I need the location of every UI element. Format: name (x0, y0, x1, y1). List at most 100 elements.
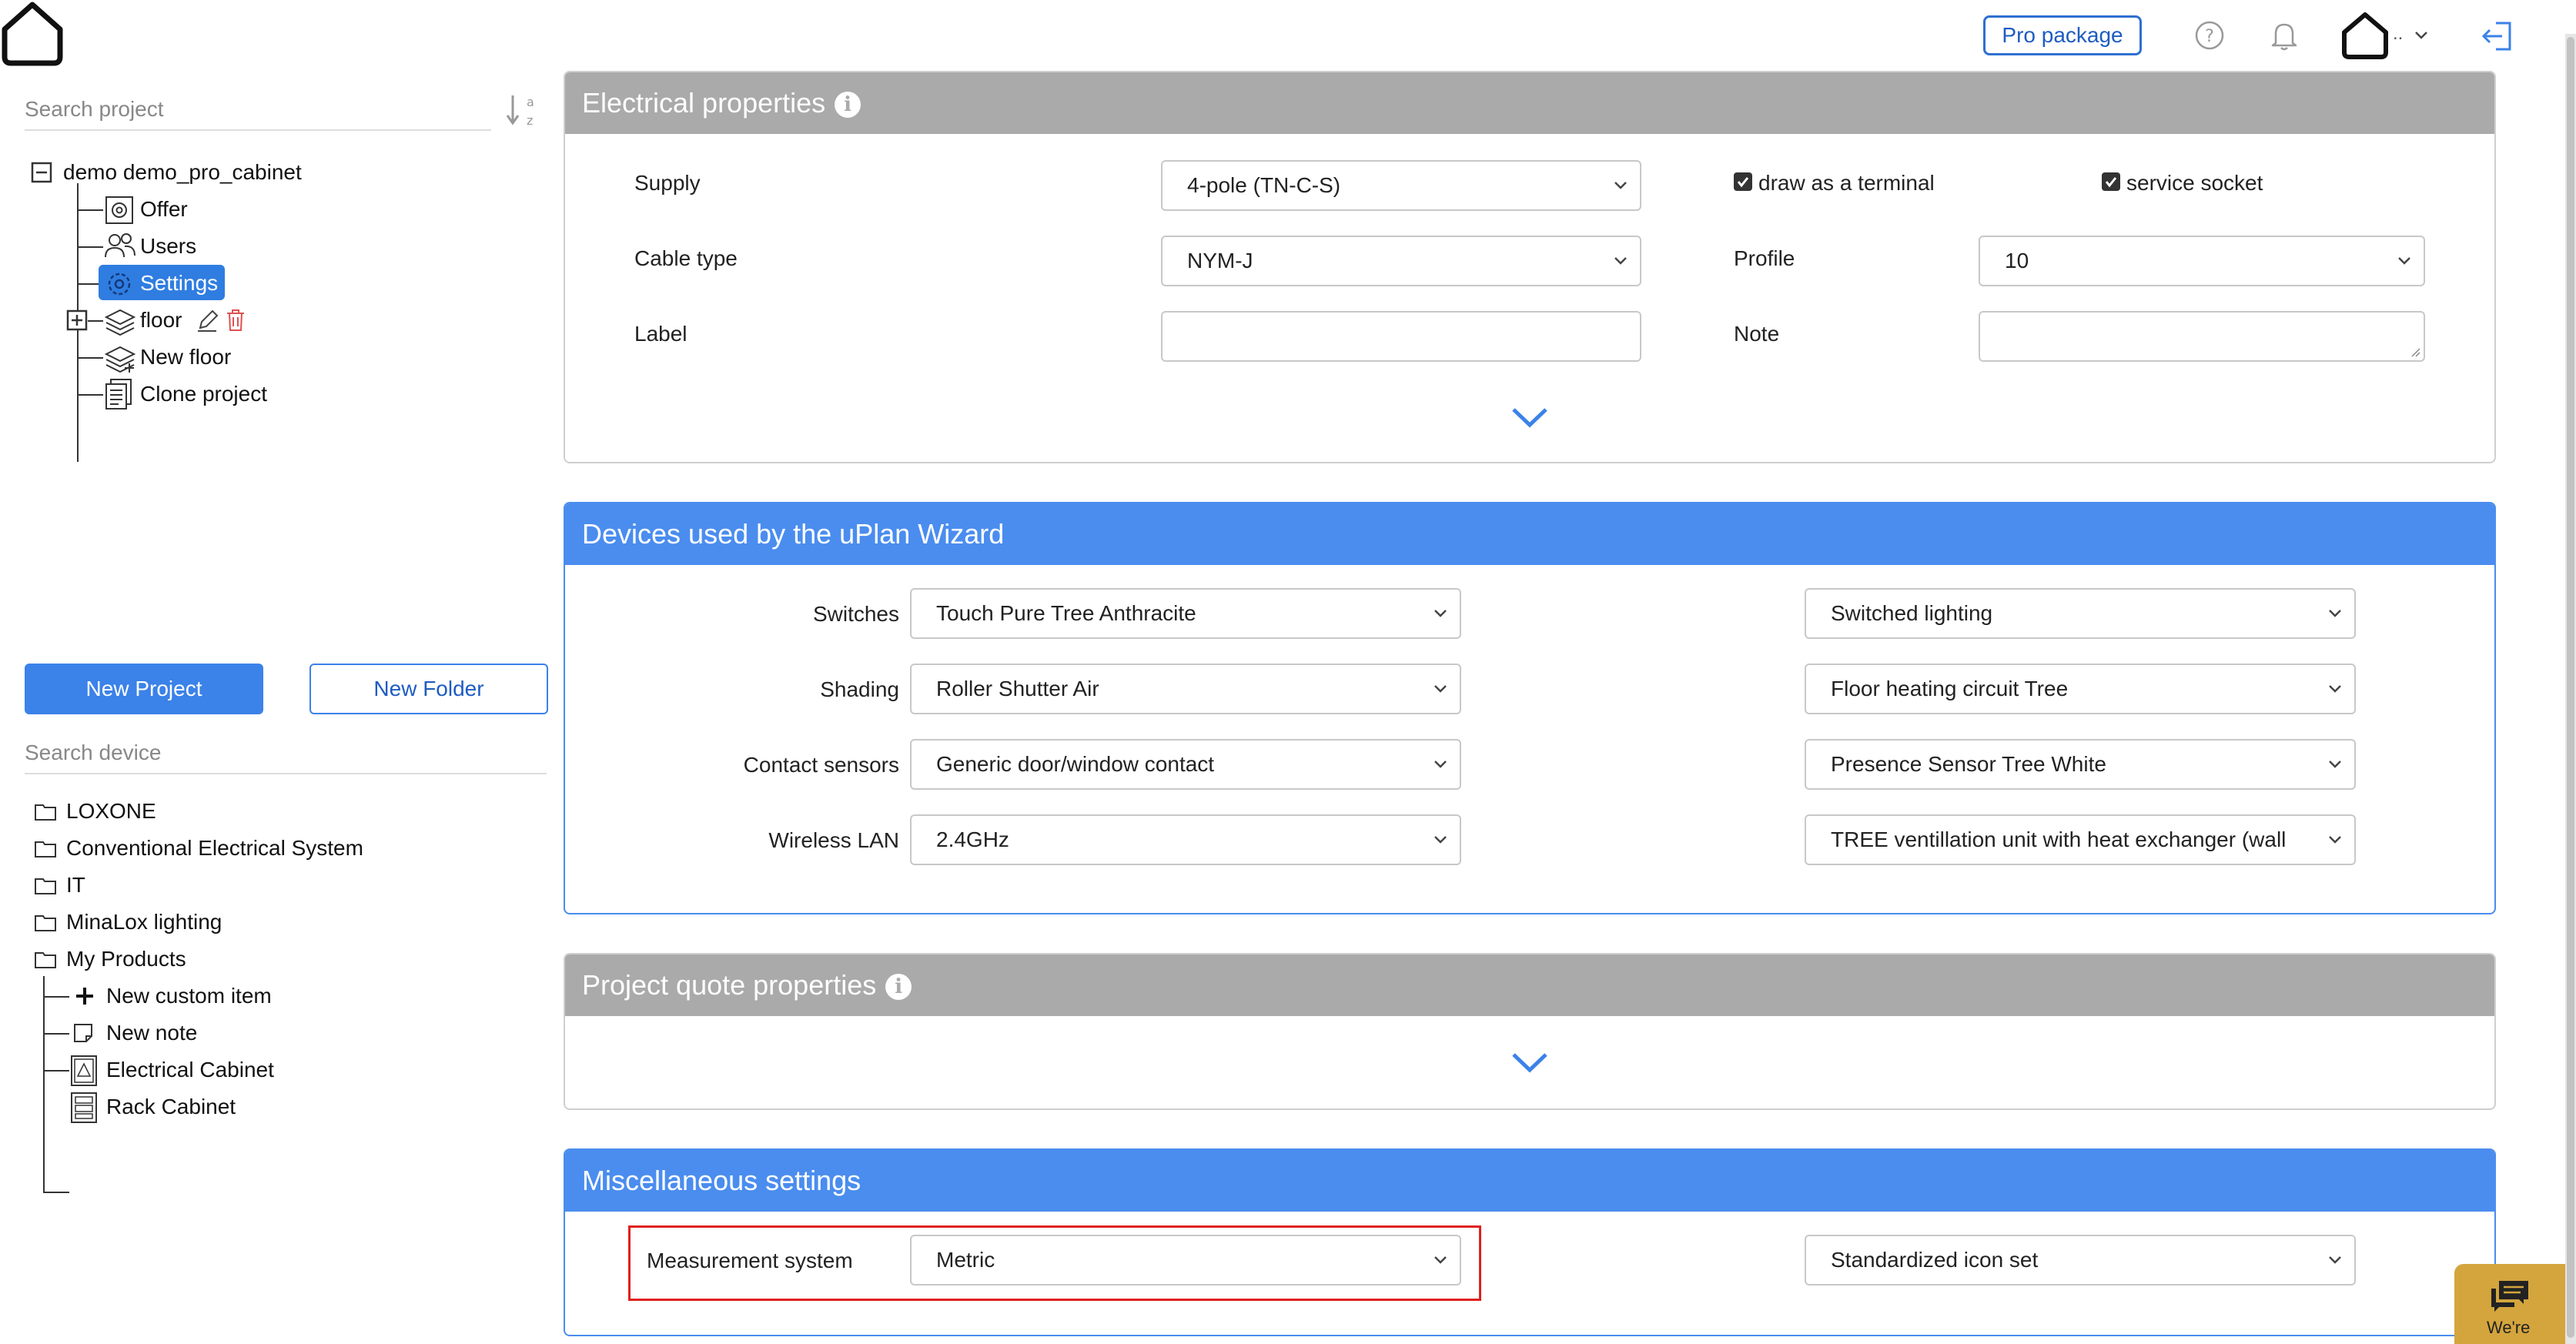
electrical-properties-panel: Electrical properties i Supply 4-pole (TN… (564, 71, 2496, 463)
page-scrollbar[interactable] (2565, 34, 2576, 1344)
heating-select[interactable]: Floor heating circuit Tree (1805, 664, 2356, 714)
tree-line (43, 1070, 69, 1072)
account-logo-icon[interactable] (2340, 11, 2390, 60)
tree-line (43, 1192, 69, 1193)
panel-header[interactable]: Electrical properties i (565, 72, 2494, 134)
tree-item-new-custom-item[interactable]: New custom item (106, 981, 272, 1011)
edit-pencil-icon[interactable] (196, 308, 219, 333)
chevron-down-icon (1614, 257, 1627, 265)
profile-select[interactable]: 10 (1979, 236, 2425, 286)
panel-title: Electrical properties (582, 87, 826, 119)
tree-line (77, 246, 103, 248)
tree-item-clone-project[interactable]: Clone project (140, 379, 267, 410)
tree-item-offer[interactable]: Offer (140, 194, 188, 225)
svg-text:z: z (527, 113, 533, 128)
search-project-input[interactable]: Search project (25, 97, 491, 131)
tree-item-electrical-cabinet[interactable]: Electrical Cabinet (106, 1055, 274, 1085)
wireless-lan-value: 2.4GHz (936, 827, 1009, 851)
chevron-down-icon (2329, 610, 2341, 617)
search-device-input[interactable]: Search device (25, 741, 547, 774)
lighting-select[interactable]: Switched lighting (1805, 588, 2356, 639)
folder-icon (35, 841, 56, 858)
chevron-down-icon (2398, 257, 2410, 265)
delete-trash-icon[interactable] (225, 308, 246, 333)
project-root[interactable]: demo demo_pro_cabinet (63, 157, 302, 188)
chevron-down-icon (2329, 761, 2341, 768)
tree-item-users[interactable]: Users (140, 231, 196, 262)
icon-set-value: Standardized icon set (1831, 1248, 2039, 1272)
label-input[interactable] (1161, 311, 1641, 362)
contact-sensors-select[interactable]: Generic door/window contact (910, 739, 1461, 790)
logout-icon[interactable] (2481, 20, 2514, 52)
wireless-lan-select[interactable]: 2.4GHz (910, 814, 1461, 865)
supply-select[interactable]: 4-pole (TN-C-S) (1161, 160, 1641, 211)
sidebar: Search project a z demo demo_pro_cabinet… (0, 71, 554, 1344)
folder-icon (35, 804, 56, 821)
panel-title: Miscellaneous settings (582, 1165, 861, 1196)
account-name[interactable]: .. (2393, 23, 2403, 45)
presence-sensors-select[interactable]: Presence Sensor Tree White (1805, 739, 2356, 790)
tree-line (43, 1033, 69, 1035)
chevron-down-icon[interactable] (2413, 26, 2430, 43)
tree-item-floor[interactable]: floor (140, 305, 182, 336)
new-folder-button[interactable]: New Folder (309, 664, 548, 714)
svg-text:a: a (527, 95, 534, 109)
tree-item-new-note[interactable]: New note (106, 1018, 197, 1048)
draw-terminal-label[interactable]: draw as a terminal (1758, 168, 1935, 199)
cable-type-value: NYM-J (1187, 249, 1253, 272)
heating-value: Floor heating circuit Tree (1831, 677, 2069, 700)
bell-icon[interactable] (2270, 20, 2299, 51)
service-socket-checkbox[interactable] (2102, 172, 2120, 191)
tree-line (88, 320, 103, 322)
electrical-cabinet-icon (71, 1055, 97, 1086)
expand-icon[interactable] (66, 309, 88, 331)
panel-title: Project quote properties (582, 969, 877, 1001)
tree-line (77, 357, 103, 359)
service-socket-label[interactable]: service socket (2126, 168, 2263, 199)
chevron-down-icon (2329, 685, 2341, 693)
panel-header[interactable]: Project quote properties i (565, 955, 2494, 1016)
scrollbar-thumb[interactable] (2567, 37, 2574, 1338)
info-icon[interactable]: i (885, 974, 912, 1001)
shading-select[interactable]: Roller Shutter Air (910, 664, 1461, 714)
panel-header[interactable]: Miscellaneous settings (565, 1150, 2494, 1212)
resize-handle-icon[interactable] (2410, 346, 2420, 357)
cable-type-select[interactable]: NYM-J (1161, 236, 1641, 286)
folder-my-products[interactable]: My Products (66, 944, 186, 975)
new-project-button[interactable]: New Project (25, 664, 263, 714)
collapse-icon[interactable] (31, 162, 52, 183)
settings-gear-icon (108, 272, 131, 296)
help-icon[interactable]: ? (2194, 20, 2225, 51)
contact-sensors-label: Contact sensors (743, 753, 899, 777)
icon-set-select[interactable]: Standardized icon set (1805, 1235, 2356, 1285)
note-textarea[interactable] (1979, 311, 2425, 362)
tree-item-settings[interactable]: Settings (140, 268, 218, 299)
cable-type-label: Cable type (634, 246, 738, 270)
folder-minalox-lighting[interactable]: MinaLox lighting (66, 907, 222, 938)
expand-chevron-icon[interactable] (1510, 1050, 1549, 1073)
folder-open-icon (35, 952, 56, 968)
chevron-down-icon (1614, 182, 1627, 189)
chat-widget[interactable]: We're (2454, 1264, 2565, 1344)
info-icon[interactable]: i (835, 92, 861, 119)
users-icon (105, 233, 135, 258)
tree-item-new-floor[interactable]: New floor (140, 342, 231, 373)
folder-loxone[interactable]: LOXONE (66, 796, 156, 827)
tree-item-rack-cabinet[interactable]: Rack Cabinet (106, 1092, 236, 1122)
clone-icon (105, 379, 132, 410)
switches-label: Switches (812, 602, 899, 626)
folder-it[interactable]: IT (66, 870, 85, 901)
folder-icon (35, 878, 56, 894)
draw-terminal-checkbox[interactable] (1734, 172, 1752, 191)
folder-icon (35, 915, 56, 931)
expand-chevron-icon[interactable] (1510, 405, 1549, 428)
shading-label: Shading (820, 677, 899, 701)
ventilation-select[interactable]: TREE ventillation unit with heat exchang… (1805, 814, 2356, 865)
pro-package-button[interactable]: Pro package (1983, 15, 2142, 55)
panel-header[interactable]: Devices used by the uPlan Wizard (565, 503, 2494, 565)
tree-line (43, 976, 45, 1193)
sort-az-icon[interactable]: a z (505, 91, 537, 131)
folder-conventional-electrical[interactable]: Conventional Electrical System (66, 833, 363, 864)
home-logo-icon[interactable] (0, 0, 66, 68)
switches-select[interactable]: Touch Pure Tree Anthracite (910, 588, 1461, 639)
